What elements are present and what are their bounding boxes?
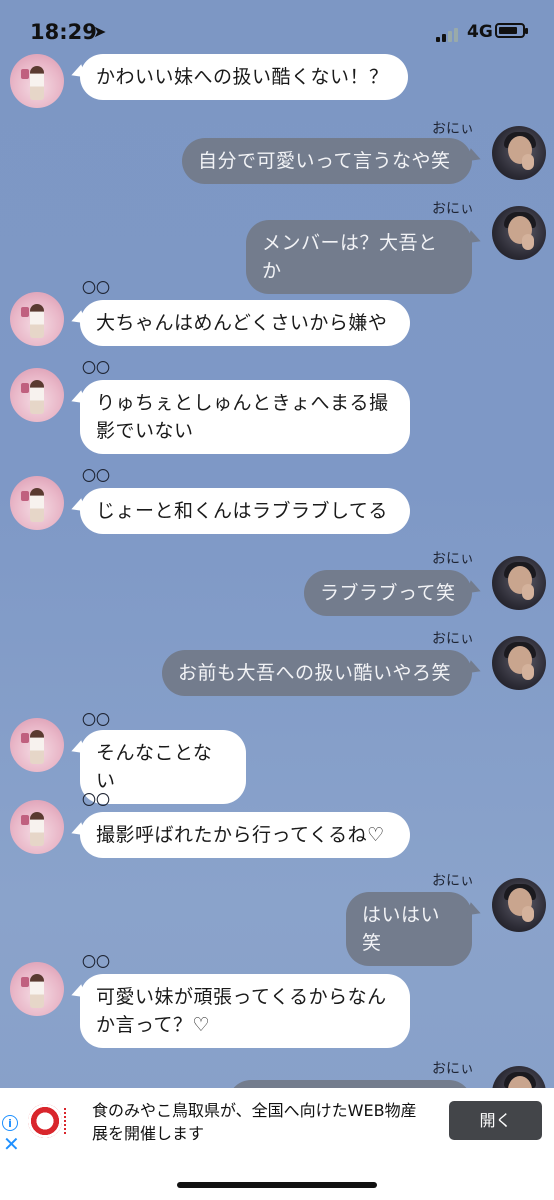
sender-avatar[interactable] <box>10 368 64 422</box>
message-row: おにぃお前も大吾への扱い酷いやろ笑 <box>0 628 554 700</box>
close-icon[interactable]: ✕ <box>3 1132 20 1156</box>
message-row: 〇〇じょーと和くんはラブラブしてる <box>0 466 554 538</box>
message-bubble[interactable]: じょーと和くんはラブラブしてる <box>80 488 410 534</box>
brother-avatar[interactable] <box>492 1066 546 1088</box>
sender-avatar[interactable] <box>10 962 64 1016</box>
ad-logo <box>28 1104 66 1138</box>
sender-avatar[interactable] <box>10 718 64 772</box>
ad-text[interactable]: 食のみやこ鳥取県が、全国へ向けたWEB物産展を開催します <box>92 1099 432 1145</box>
sender-name: おにぃ <box>432 873 474 889</box>
message-bubble[interactable]: 撮影呼ばれたから行ってくるね♡ <box>80 812 410 858</box>
message-bubble[interactable]: かわいい妹への扱い酷くない！？ <box>80 54 408 100</box>
message-bubble[interactable]: 大ちゃんはめんどくさいから嫌や <box>80 300 410 346</box>
message-row: 〇〇撮影呼ばれたから行ってくるね♡ <box>0 790 554 862</box>
message-bubble[interactable]: お前も大吾への扱い酷いやろ笑 <box>162 650 472 696</box>
message-row: おにぃ <box>0 1058 554 1088</box>
message-row: 〇〇可愛い妹が頑張ってくるからなんか言って？♡ <box>0 952 554 1052</box>
sender-avatar[interactable] <box>10 476 64 530</box>
home-indicator[interactable] <box>177 1182 377 1188</box>
info-icon[interactable]: i <box>2 1115 18 1131</box>
message-row: おにぃラブラブって笑 <box>0 548 554 620</box>
message-row: おにぃ 自分で可愛いって言うなや笑 <box>0 118 554 188</box>
chat-history[interactable]: かわいい妹への扱い酷くない！？ おにぃ 自分で可愛いって言うなや笑 おにぃ メンバーは？… <box>0 0 554 1088</box>
message-bubble[interactable]: ラブラブって笑 <box>304 570 472 616</box>
message-bubble[interactable] <box>228 1080 472 1088</box>
sender-avatar[interactable] <box>10 800 64 854</box>
brother-avatar[interactable] <box>492 206 546 260</box>
sender-name: おにぃ <box>432 121 474 137</box>
sender-name: 〇〇 <box>82 713 110 729</box>
message-row: おにぃ メンバーは？大吾とか <box>0 198 554 294</box>
sender-name: おにぃ <box>432 631 474 647</box>
sender-name: おにぃ <box>432 1061 474 1077</box>
message-row: 〇〇大ちゃんはめんどくさいから嫌や <box>0 278 554 350</box>
brother-avatar[interactable] <box>492 126 546 180</box>
message-row: 〇〇りゅちぇとしゅんときょへまる撮影でいない <box>0 358 554 458</box>
message-bubble[interactable]: 自分で可愛いって言うなや笑 <box>182 138 472 184</box>
brother-avatar[interactable] <box>492 556 546 610</box>
ad-open-button[interactable]: 開く <box>449 1101 542 1140</box>
message-bubble[interactable]: りゅちぇとしゅんときょへまる撮影でいない <box>80 380 410 454</box>
sender-name: おにぃ <box>432 201 474 217</box>
message-row: おにぃ はいはい笑 <box>0 870 554 966</box>
sender-name: おにぃ <box>432 551 474 567</box>
sender-name: 〇〇 <box>82 955 110 971</box>
sender-name: 〇〇 <box>82 793 110 809</box>
brother-avatar[interactable] <box>492 636 546 690</box>
sender-name: 〇〇 <box>82 361 110 377</box>
sender-name: 〇〇 <box>82 281 110 297</box>
brother-avatar[interactable] <box>492 878 546 932</box>
message-bubble[interactable]: 可愛い妹が頑張ってくるからなんか言って？♡ <box>80 974 410 1048</box>
sender-avatar[interactable] <box>10 292 64 346</box>
sender-name: 〇〇 <box>82 469 110 485</box>
sender-avatar[interactable] <box>10 54 64 108</box>
message-row: かわいい妹への扱い酷くない！？ <box>0 40 554 108</box>
message-row: 〇〇 そんなことない <box>0 710 554 804</box>
